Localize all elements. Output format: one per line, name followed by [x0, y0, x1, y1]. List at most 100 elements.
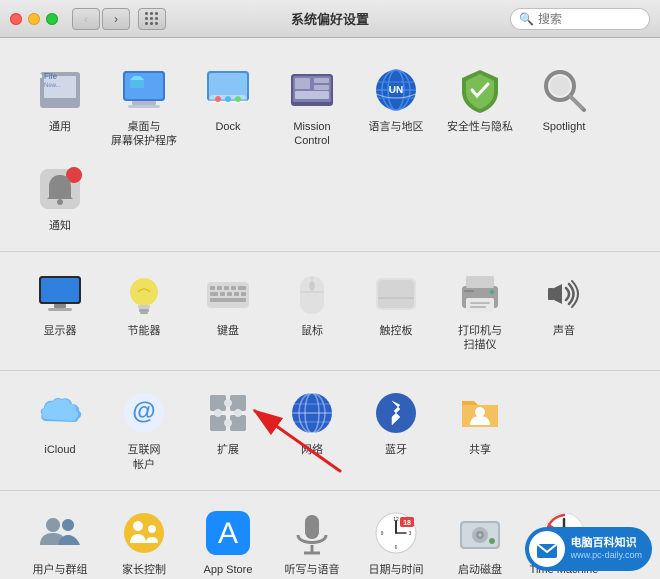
pref-icloud[interactable]: iCloud: [20, 381, 100, 476]
spotlight-label: Spotlight: [543, 120, 586, 134]
sound-icon-wrap: [538, 268, 590, 320]
pref-notice[interactable]: 通知: [20, 157, 100, 237]
svg-text:File: File: [44, 72, 57, 81]
pref-printer[interactable]: 打印机与扫描仪: [440, 262, 520, 357]
forward-button[interactable]: ›: [102, 8, 130, 30]
section-internet: iCloud @ 互联网帐户: [0, 371, 660, 491]
pref-parental[interactable]: 家长控制: [104, 501, 184, 579]
titlebar: ‹ › 系统偏好设置 🔍: [0, 0, 660, 38]
users-label: 用户与群组: [33, 563, 88, 577]
general-icon: File New...: [36, 66, 84, 114]
spotlight-icon: [540, 66, 588, 114]
pref-sound[interactable]: 声音: [524, 262, 604, 357]
language-label: 语言与地区: [369, 120, 424, 134]
pref-keyboard[interactable]: 键盘: [188, 262, 268, 357]
security-label: 安全性与隐私: [447, 120, 513, 134]
startup-icon-wrap: [454, 507, 506, 559]
pref-dock[interactable]: Dock: [188, 58, 268, 153]
mouse-icon-wrap: [286, 268, 338, 320]
pref-general[interactable]: File New... 通用: [20, 58, 100, 153]
mission-icon-wrap: [286, 64, 338, 116]
mouse-icon: [288, 270, 336, 318]
notice-label: 通知: [49, 219, 71, 233]
search-input[interactable]: [538, 12, 641, 26]
svg-text:3: 3: [409, 531, 412, 537]
pref-dictation[interactable]: 听写与语音: [272, 501, 352, 579]
pref-spotlight[interactable]: Spotlight: [524, 58, 604, 153]
pref-sharing[interactable]: 共享: [440, 381, 520, 476]
mouse-label: 鼠标: [301, 324, 323, 338]
dock-label: Dock: [215, 120, 240, 134]
users-icon: [36, 509, 84, 557]
pref-desktop[interactable]: 桌面与屏幕保护程序: [104, 58, 184, 153]
keyboard-icon: [204, 270, 252, 318]
svg-text:6: 6: [395, 545, 398, 551]
nav-buttons: ‹ ›: [72, 8, 130, 30]
extensions-icon: [204, 389, 252, 437]
watermark-badge: 电脑百科知识 www.pc-daily.com: [525, 527, 652, 571]
pref-mouse[interactable]: 鼠标: [272, 262, 352, 357]
traffic-lights: [10, 13, 58, 25]
pref-language[interactable]: UN 语言与地区: [356, 58, 436, 153]
notice-icon: [36, 165, 84, 213]
pref-display[interactable]: 显示器: [20, 262, 100, 357]
forward-icon: ›: [114, 12, 118, 26]
pref-users[interactable]: 用户与群组: [20, 501, 100, 579]
window-title: 系统偏好设置: [291, 9, 369, 28]
appstore-icon: A: [204, 509, 252, 557]
energy-label: 节能器: [128, 324, 161, 338]
sharing-label: 共享: [469, 443, 491, 457]
users-icon-wrap: [34, 507, 86, 559]
general-icon-wrap: File New...: [34, 64, 86, 116]
grid-view-button[interactable]: [138, 8, 166, 30]
dictation-icon-wrap: [286, 507, 338, 559]
back-icon: ‹: [84, 12, 88, 26]
sharing-icon: [456, 389, 504, 437]
pref-trackpad[interactable]: 触控板: [356, 262, 436, 357]
svg-text:9: 9: [381, 531, 384, 537]
mission-icon: [288, 66, 336, 114]
icloud-icon: [36, 389, 84, 437]
display-icon: [36, 270, 84, 318]
energy-icon-wrap: [118, 268, 170, 320]
pref-mission[interactable]: MissionControl: [272, 58, 352, 153]
grid-icon: [145, 12, 159, 26]
dock-icon: [204, 66, 252, 114]
dictation-label: 听写与语音: [285, 563, 340, 577]
back-button[interactable]: ‹: [72, 8, 100, 30]
search-icon: 🔍: [519, 12, 534, 26]
watermark-text: 电脑百科知识 www.pc-daily.com: [571, 537, 642, 561]
svg-text:18: 18: [403, 520, 411, 527]
close-button[interactable]: [10, 13, 22, 25]
trackpad-icon: [372, 270, 420, 318]
search-box[interactable]: 🔍: [510, 8, 650, 30]
pref-energy[interactable]: 节能器: [104, 262, 184, 357]
pref-internet[interactable]: @ 互联网帐户: [104, 381, 184, 476]
extensions-label: 扩展: [217, 443, 239, 457]
watermark-icon: [529, 531, 565, 567]
appstore-icon-wrap: A: [202, 507, 254, 559]
pref-bluetooth[interactable]: 蓝牙: [356, 381, 436, 476]
desktop-icon-wrap: [118, 64, 170, 116]
pref-startup[interactable]: 启动磁盘: [440, 501, 520, 579]
network-icon-wrap: [286, 387, 338, 439]
icloud-label: iCloud: [44, 443, 75, 457]
minimize-button[interactable]: [28, 13, 40, 25]
pref-security[interactable]: 安全性与隐私: [440, 58, 520, 153]
parental-label: 家长控制: [122, 563, 166, 577]
notice-icon-wrap: [34, 163, 86, 215]
pref-appstore[interactable]: A App Store: [188, 501, 268, 579]
security-icon-wrap: [454, 64, 506, 116]
datetime-label: 日期与时间: [369, 563, 424, 577]
appstore-label: App Store: [204, 563, 253, 577]
svg-text:A: A: [218, 517, 238, 550]
dictation-icon: [288, 509, 336, 557]
maximize-button[interactable]: [46, 13, 58, 25]
pref-extensions[interactable]: 扩展: [188, 381, 268, 476]
pref-network[interactable]: 网络: [272, 381, 352, 476]
trackpad-icon-wrap: [370, 268, 422, 320]
icloud-icon-wrap: [34, 387, 86, 439]
display-label: 显示器: [44, 324, 77, 338]
trackpad-label: 触控板: [380, 324, 413, 338]
pref-datetime[interactable]: 12 3 6 9 18 日期与时间: [356, 501, 436, 579]
